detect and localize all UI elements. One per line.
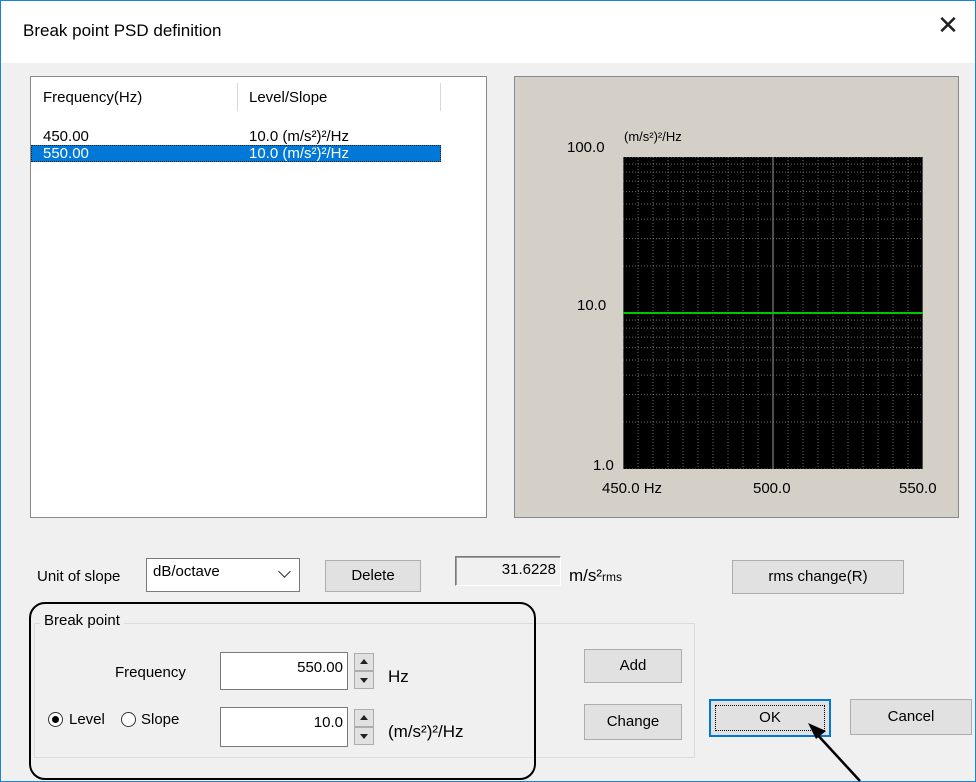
column-header-frequency[interactable]: Frequency(Hz)	[43, 89, 142, 106]
unit-of-slope-combo[interactable]: dB/octave	[146, 558, 300, 592]
list-item-frequency: 550.00	[43, 145, 89, 162]
annotation-arrow-icon	[808, 723, 861, 782]
frequency-input[interactable]: 550.00	[220, 652, 348, 690]
add-button-label: Add	[619, 657, 647, 674]
psd-graph-panel: 100.0 (m/s²)²/Hz 10.0 1.0 450.0 Hz 500.0…	[514, 76, 959, 518]
level-radio-label[interactable]: Level	[69, 711, 105, 728]
level-unit: (m/s²)²/Hz	[388, 722, 464, 741]
rms-unit: m/s²rms	[569, 566, 622, 586]
column-header-level[interactable]: Level/Slope	[249, 89, 327, 106]
cancel-button-label: Cancel	[887, 708, 935, 725]
y-axis-unit: (m/s²)²/Hz	[624, 129, 682, 144]
level-input[interactable]: 10.0	[220, 707, 348, 747]
y-tick-label: 1.0	[593, 457, 614, 474]
chevron-down-icon	[278, 565, 291, 578]
y-tick-label: 10.0	[577, 297, 607, 314]
x-tick-label: 450.0 Hz	[602, 480, 663, 497]
breakpoint-group-title: Break point	[40, 612, 124, 629]
close-icon[interactable]: ✕	[935, 13, 961, 39]
spin-down-button[interactable]	[354, 671, 374, 689]
dialog-title: Break point PSD definition	[23, 21, 222, 40]
change-button[interactable]: Change	[584, 704, 682, 740]
arrow-up-icon	[360, 715, 368, 720]
delete-button[interactable]: Delete	[325, 560, 421, 592]
psd-plot	[623, 157, 923, 469]
y-tick-label: 100.0	[567, 139, 605, 156]
list-item[interactable]: 450.00 10.0 (m/s²)²/Hz	[31, 128, 441, 145]
list-item-level: 10.0 (m/s²)²/Hz	[249, 145, 350, 162]
rms-unit-main: m/s²	[569, 566, 603, 585]
rms-unit-sub: rms	[602, 570, 623, 584]
spin-down-button[interactable]	[354, 727, 374, 745]
breakpoint-list[interactable]: Frequency(Hz) Level/Slope 450.00 10.0 (m…	[30, 76, 487, 518]
column-divider[interactable]	[237, 83, 238, 111]
x-tick-label: 500.0	[753, 480, 791, 497]
radio-selected-dot	[52, 716, 59, 723]
unit-of-slope-value: dB/octave	[153, 563, 220, 580]
unit-of-slope-label: Unit of slope	[37, 568, 121, 585]
column-divider[interactable]	[440, 83, 441, 111]
arrow-down-icon	[360, 734, 368, 739]
list-header: Frequency(Hz) Level/Slope	[31, 77, 486, 113]
slope-radio[interactable]	[121, 712, 136, 727]
rms-value-box: 31.6228	[455, 556, 561, 586]
list-item-level: 10.0 (m/s²)²/Hz	[249, 128, 350, 145]
frequency-label: Frequency	[115, 664, 186, 681]
title-bar: Break point PSD definition ✕	[1, 1, 975, 63]
arrow-down-icon	[360, 678, 368, 683]
level-spinner[interactable]	[354, 709, 374, 745]
x-tick-label: 550.0	[899, 480, 937, 497]
rms-value: 31.6228	[501, 561, 556, 578]
rms-change-button-label: rms change(R)	[768, 568, 868, 585]
change-button-label: Change	[606, 713, 660, 730]
add-button[interactable]: Add	[584, 649, 682, 683]
level-radio[interactable]	[48, 712, 63, 727]
slope-radio-label[interactable]: Slope	[141, 711, 179, 728]
frequency-unit: Hz	[388, 667, 409, 686]
list-item-selected[interactable]: 550.00 10.0 (m/s²)²/Hz	[31, 145, 441, 162]
rms-change-button[interactable]: rms change(R)	[732, 560, 904, 594]
delete-button-label: Delete	[351, 567, 395, 584]
list-item-frequency: 450.00	[43, 128, 89, 145]
arrow-up-icon	[360, 659, 368, 664]
frequency-spinner[interactable]	[354, 653, 374, 689]
spin-up-button[interactable]	[354, 709, 374, 727]
spin-up-button[interactable]	[354, 653, 374, 671]
